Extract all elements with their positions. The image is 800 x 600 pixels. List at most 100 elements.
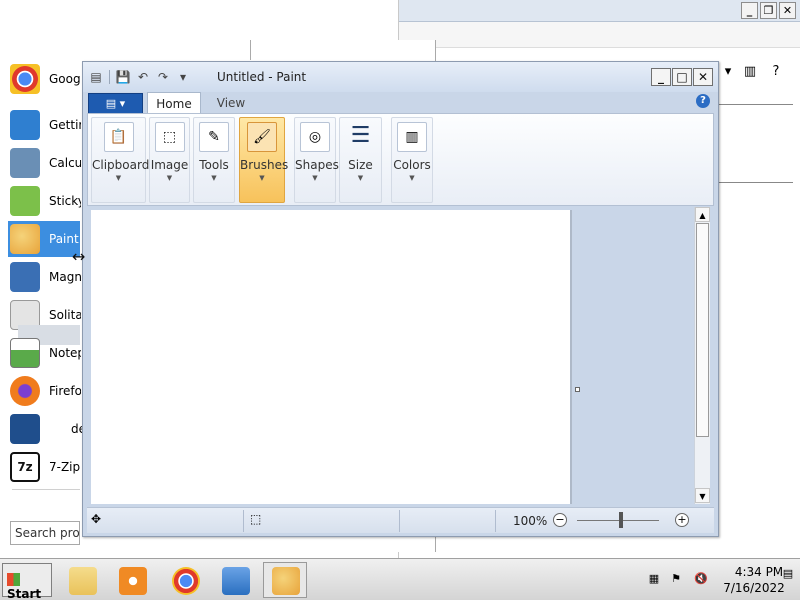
status-bar: ✥ ⬚ 100% − + [87,507,714,533]
tab-home[interactable]: Home [147,92,201,114]
help-icon[interactable]: ? [696,94,710,108]
dropdown-arrow-icon: ▼ [357,174,364,182]
background-dropdown-icon[interactable]: ▾ [719,64,737,82]
start-menu-divider [250,40,251,60]
scroll-thumb[interactable] [696,223,709,437]
customize-qat-icon[interactable]: ▾ [174,68,192,86]
position-icon: ✥ [91,512,102,526]
background-restore-button[interactable]: ❐ [760,2,777,19]
action-center-flag-icon[interactable]: ⚑ [668,571,684,587]
zoom-out-button[interactable]: − [553,513,567,527]
7zip-icon: 7z [10,452,40,482]
group-label: Shapes [295,158,339,172]
notepad-icon [10,338,40,368]
background-pane-icon[interactable]: ▥ [741,64,759,82]
start-menu-item-notepad[interactable]: Notep [8,335,81,371]
start-menu-search-input[interactable]: Search prog [10,521,80,545]
background-window-toolbar [399,22,800,48]
resize-cursor-icon: ↔ [72,247,86,266]
start-menu-item-magnifier[interactable]: Magn [8,259,81,295]
status-selection-size: ⬚ [244,510,400,532]
minimize-button[interactable]: _ [651,68,671,86]
colors-group-button[interactable]: ▥ Colors ▼ [391,117,433,203]
taskbar-remote-desktop[interactable] [213,562,257,598]
start-menu-item-label: Gettir [49,118,81,132]
canvas-resize-handle[interactable] [575,387,580,392]
start-menu-item-paint[interactable]: Paint [8,221,80,257]
ribbon-home: 📋 Clipboard ▼ ⬚ Image ▼ ✎ Tools ▼ 🖌 Brus… [87,113,714,206]
file-menu-button[interactable]: ▤ ▾ [88,93,143,114]
start-menu-item-7zip[interactable]: 7z 7-Zip [8,449,80,485]
taskbar-chrome[interactable] [163,562,207,598]
scroll-down-icon[interactable]: ▼ [695,488,710,503]
scroll-up-icon[interactable]: ▲ [695,207,710,222]
taskbar-paint[interactable] [263,562,307,598]
zoom-level: 100% [513,514,548,528]
start-label: Start [7,587,42,600]
background-divider [717,104,793,105]
clipboard-group-button[interactable]: 📋 Clipboard ▼ [91,117,150,203]
group-label: Tools [199,158,229,172]
media-player-icon [119,567,147,595]
shapes-group-button[interactable]: ◎ Shapes ▼ [294,117,339,203]
window-title: Untitled - Paint [217,70,307,84]
network-icon[interactable]: ▦ [646,571,662,587]
brushes-group-button[interactable]: 🖌 Brushes ▼ [239,117,288,203]
tab-view[interactable]: View [211,92,251,114]
volume-muted-icon[interactable]: 🔇 [693,571,709,587]
dropdown-arrow-icon: ▼ [409,174,415,182]
firefox-icon [10,376,40,406]
status-position: ✥ [87,510,244,532]
system-tray: ▦ ⚑ 🔇 4:34 PM 7/16/2022 ▤ [638,565,800,595]
undo-icon[interactable]: ↶ [134,68,152,86]
start-menu-item-calculator[interactable]: Calcu [8,145,81,181]
taskbar-media-player[interactable] [110,562,154,598]
file-explorer-icon [69,567,97,595]
start-menu-item-label: Solita [49,308,81,322]
group-label: Image [150,158,189,172]
start-button[interactable]: Start [2,563,52,600]
clock-date[interactable]: 7/16/2022 [716,581,792,595]
close-button[interactable]: ✕ [693,68,713,86]
save-icon[interactable]: 💾 [114,68,132,86]
dropdown-arrow-icon: ▼ [166,174,173,182]
maximize-button[interactable]: □ [672,68,692,86]
start-menu-item-firefox[interactable]: Firefo [8,373,81,409]
group-label: Clipboard [92,158,150,172]
taskbar-file-explorer[interactable] [60,562,104,598]
remote-desktop-icon [222,567,250,595]
size-group-button[interactable]: ☰ Size ▼ [339,117,382,203]
background-minimize-button[interactable]: _ [741,2,758,19]
paint-icon [272,567,300,595]
image-group-button[interactable]: ⬚ Image ▼ [149,117,190,203]
tools-icon: ✎ [199,122,229,152]
quick-access-toolbar: ▤ 💾 ↶ ↷ ▾ [87,68,192,86]
start-menu-item-label: Magn [49,270,81,284]
zoom-in-button[interactable]: + [675,513,689,527]
background-window-titlebar [399,0,800,22]
start-menu-item-label: Notep [49,346,81,360]
start-menu-item-chrome[interactable]: Goog [8,61,81,97]
zoom-slider-thumb[interactable] [619,512,623,528]
group-label: Colors [393,158,431,172]
sticky-notes-icon [10,186,40,216]
tools-group-button[interactable]: ✎ Tools ▼ [193,117,235,203]
start-menu-item-label: 7-Zip [49,460,81,474]
start-menu-item-label: Sticky [49,194,81,208]
background-close-button[interactable]: ✕ [779,2,796,19]
background-help-icon[interactable]: ? [767,64,785,82]
vertical-scrollbar[interactable]: ▲ ▼ [694,207,710,504]
notifications-icon[interactable]: ▤ [780,566,796,582]
start-menu-item-getting-started[interactable]: Gettir [8,107,81,143]
selection-size-icon: ⬚ [250,512,262,526]
ribbon-tabs: ▤ ▾ Home View ? [87,91,714,114]
redo-icon[interactable]: ↷ [154,68,172,86]
start-menu-item-sticky-notes[interactable]: Sticky [8,183,81,219]
app-menu-icon[interactable]: ▤ [87,68,105,86]
size-icon: ☰ [350,123,371,148]
paint-icon [10,224,40,254]
zoom-slider[interactable] [577,520,659,521]
start-menu-item-powershell[interactable]: de [8,411,86,447]
drawing-canvas[interactable] [91,210,572,504]
qat-separator [109,70,110,84]
